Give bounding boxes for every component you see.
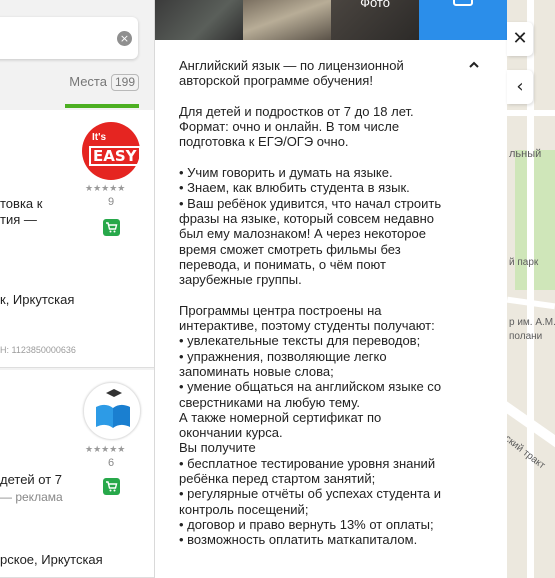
result-address: к, Иркутская <box>0 292 75 307</box>
org-logo: It's EASY <box>82 122 141 180</box>
tab-places[interactable]: Места 199 <box>69 74 139 104</box>
rating-count: 6 <box>107 457 115 469</box>
tab-places-count: 199 <box>110 74 139 91</box>
map-label: льный <box>509 148 542 160</box>
map-label: р им. А.М. <box>509 317 555 328</box>
result-title[interactable]: товка к <box>0 196 42 211</box>
cart-button[interactable] <box>103 219 120 236</box>
photo-thumbnail[interactable] <box>155 0 243 40</box>
gallery-icon <box>453 0 473 6</box>
cart-button[interactable] <box>103 478 120 495</box>
map-label: й парк <box>509 257 539 268</box>
result-address: рское, Иркутская <box>0 552 103 567</box>
result-title[interactable]: детей от 7 <box>0 472 62 487</box>
tab-places-label: Места <box>69 74 107 89</box>
close-icon: ✕ <box>512 28 528 49</box>
result-id: Н: 1123850000636 <box>0 345 76 355</box>
close-button[interactable]: ✕ <box>507 22 533 56</box>
tabs-row: Места 199 <box>0 70 154 110</box>
rating-stars: ★★★★★ <box>85 445 126 455</box>
cart-icon <box>106 222 118 233</box>
photo-thumbnail[interactable] <box>243 0 331 40</box>
description-paragraph: Английский язык — по лицензионной авторс… <box>179 58 404 89</box>
result-card[interactable]: It's EASY ★★★★★ 9 товка к тия — к, Иркут… <box>0 110 154 368</box>
photo-thumbnail[interactable]: Фото <box>331 0 419 40</box>
cart-icon <box>106 481 118 492</box>
ad-label: — реклама <box>0 490 63 504</box>
map-label: полани <box>509 331 543 342</box>
results-panel: × Места 199 It's EASY ★★★★★ 9 товка к ти… <box>0 0 155 578</box>
description-paragraph: Программы центра построены на интерактив… <box>179 302 442 548</box>
photo-caption: Фото <box>360 0 390 10</box>
photo-thumbnail-active[interactable] <box>419 0 507 40</box>
book-icon <box>96 389 130 428</box>
description-panel: Английский язык — по лицензионной авторс… <box>155 40 507 578</box>
tab-active-indicator <box>65 104 139 108</box>
close-circle-icon[interactable]: × <box>117 31 132 46</box>
result-title[interactable]: тия — <box>0 212 37 227</box>
result-card[interactable]: ★★★★★ 6 детей от 7 — реклама рское, Ирку… <box>0 370 154 578</box>
chevron-left-icon: ‹ <box>516 76 524 97</box>
org-logo <box>83 382 141 440</box>
search-input[interactable]: × <box>0 17 138 59</box>
description-paragraph: Для детей и подростков от 7 до 18 лет. Ф… <box>179 103 414 150</box>
rating-stars: ★★★★★ <box>85 184 126 194</box>
logo-text-main: EASY <box>89 146 141 166</box>
description-text: Английский язык — по лицензионной авторс… <box>179 58 469 563</box>
map-park-area <box>515 150 555 290</box>
chevron-up-icon[interactable] <box>467 58 481 72</box>
rating-count: 9 <box>107 196 115 208</box>
logo-text-top: It's <box>92 132 107 143</box>
collapse-panel-button[interactable]: ‹ <box>507 70 533 104</box>
description-paragraph: • Учим говорить и думать на языке. • Зна… <box>179 165 442 288</box>
photo-strip: Фото <box>155 0 507 40</box>
